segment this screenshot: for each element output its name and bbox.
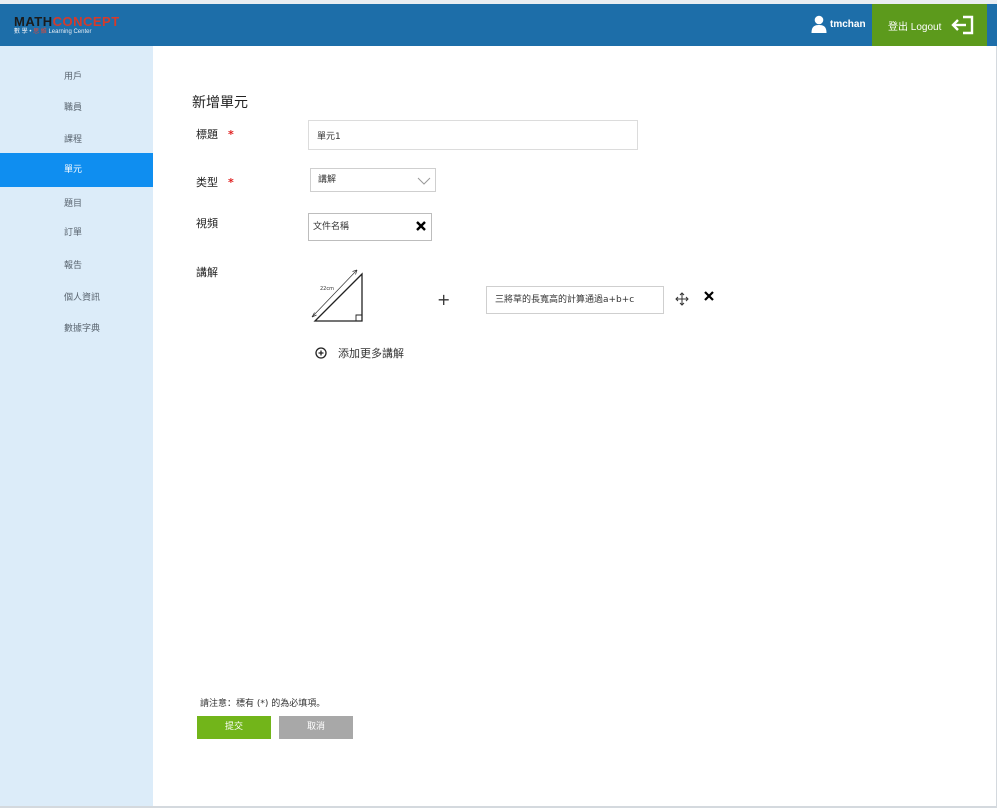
sidebar-item-units[interactable]: 單元 [0, 153, 153, 187]
logo-wordmark-concept: CONCEPT [52, 14, 120, 29]
sidebar-item-orders[interactable]: 訂單 [0, 216, 153, 250]
type-select-value: 講解 [318, 175, 337, 185]
title-field-label: 標題 * [196, 126, 234, 142]
logo-tagline-prefix: 數 學 • [14, 29, 34, 35]
sidebar-item-staff[interactable]: 職員 [0, 91, 153, 125]
add-more-label: 添加更多講解 [338, 347, 404, 360]
type-required-mark: * [228, 176, 234, 189]
add-circle-icon [315, 347, 327, 359]
cancel-button[interactable]: 取消 [279, 716, 353, 739]
user-icon [811, 15, 827, 33]
explain-field-label: 講解 [196, 266, 218, 279]
remove-explain-icon[interactable] [703, 290, 715, 302]
required-note: 請注意：標有 (*) 的為必填項。 [200, 699, 326, 709]
sidebar-item-reports[interactable]: 報告 [0, 249, 153, 283]
title-label-text: 標題 [196, 128, 218, 141]
title-required-mark: * [228, 128, 234, 141]
video-file-box[interactable]: 文件名稱 [308, 213, 432, 241]
explain-text-input[interactable]: 三將草的長寬高的計算通過a+b+c [486, 286, 664, 314]
logout-icon [951, 15, 974, 35]
logo-tagline-suffix: Learning Center [46, 29, 92, 35]
diagram-length-label: 22cm [320, 286, 334, 292]
logo-tagline-red: 思 維 [33, 29, 47, 35]
video-field-label: 視頻 [196, 217, 218, 230]
main-content: 新增單元 標題 * 类型 * 講解 視頻 文件名稱 講解 22cm + 三將草的長寬… [153, 46, 996, 806]
remove-video-icon[interactable] [415, 220, 427, 232]
move-icon[interactable] [675, 292, 689, 306]
logout-button[interactable]: 登出 Logout [872, 4, 987, 46]
plus-sign: + [437, 290, 451, 309]
submit-button[interactable]: 提交 [197, 716, 271, 739]
logo-wordmark-math: MATH [14, 14, 53, 29]
sidebar: 用戶 職員 課程 單元 題目 訂單 報告 個人資訊 數據字典 [0, 46, 153, 806]
add-more-explain-button[interactable]: 添加更多講解 [315, 345, 404, 361]
logout-label: 登出 Logout [888, 21, 942, 33]
video-file-name: 文件名稱 [313, 222, 350, 232]
title-input[interactable] [308, 120, 638, 150]
user-menu[interactable]: tmchan [811, 14, 866, 34]
sidebar-item-courses[interactable]: 課程 [0, 123, 153, 157]
page-title: 新增單元 [192, 95, 248, 111]
sidebar-item-profile[interactable]: 個人資訊 [0, 281, 153, 315]
chevron-down-icon [417, 177, 431, 185]
sidebar-item-data-dictionary[interactable]: 數據字典 [0, 312, 153, 346]
triangle-diagram: 22cm [311, 269, 363, 322]
brand-logo[interactable]: MATHCONCEPT 數 學 • 思 維 Learning Center [14, 15, 120, 39]
type-label-text: 类型 [196, 176, 218, 189]
type-field-label: 类型 * [196, 174, 234, 190]
sidebar-item-users[interactable]: 用戶 [0, 60, 153, 94]
username: tmchan [830, 18, 866, 30]
type-select[interactable]: 講解 [310, 168, 436, 192]
